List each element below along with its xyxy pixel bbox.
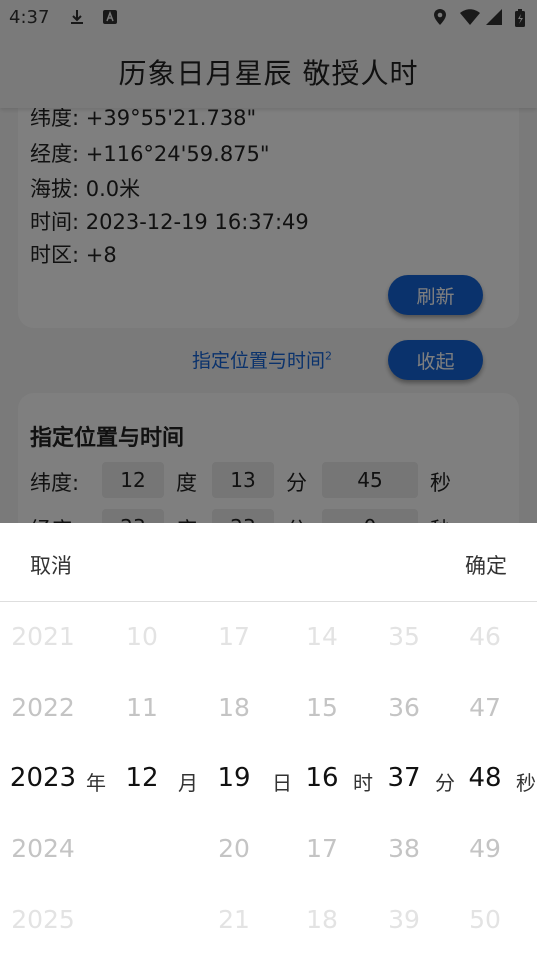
- wheel-item: 50: [469, 905, 501, 934]
- month-wheel[interactable]: 10 11 12: [112, 602, 172, 956]
- wheel-item: 46: [469, 622, 501, 651]
- wheel-item: 14: [306, 622, 338, 651]
- cancel-button[interactable]: 取消: [30, 550, 72, 580]
- wheel-item: 39: [388, 905, 420, 934]
- wheel-item: 18: [306, 905, 338, 934]
- minute-unit: 分: [435, 771, 455, 795]
- wheel-item: 17: [306, 834, 338, 863]
- hour-unit: 时: [353, 771, 373, 795]
- month-unit: 月: [178, 771, 198, 795]
- second-wheel[interactable]: 46 47 48 49 50: [455, 602, 515, 956]
- wheel-item: 2021: [11, 622, 75, 651]
- wheel-item: 38: [388, 834, 420, 863]
- day-unit: 日: [272, 771, 292, 795]
- wheel-item-selected: 19: [217, 763, 251, 793]
- year-wheel[interactable]: 2021 2022 2023 2024 2025: [0, 602, 86, 956]
- minute-wheel[interactable]: 35 36 37 38 39: [374, 602, 434, 956]
- wheel-item: 15: [306, 693, 338, 722]
- confirm-button[interactable]: 确定: [465, 550, 507, 580]
- wheel-item: 17: [218, 622, 250, 651]
- wheel-item-selected: 48: [468, 763, 502, 793]
- wheel-item: 2024: [11, 834, 75, 863]
- hour-wheel[interactable]: 14 15 16 17 18: [292, 602, 352, 956]
- wheel-item-selected: 16: [305, 763, 339, 793]
- wheel-item: 10: [126, 622, 158, 651]
- wheel-item: 2025: [11, 905, 75, 934]
- wheel-item: 49: [469, 834, 501, 863]
- wheel-item: 47: [469, 693, 501, 722]
- wheel-item: 36: [388, 693, 420, 722]
- wheel-item: 21: [218, 905, 250, 934]
- wheel-item-selected: 2023: [9, 763, 77, 793]
- year-unit: 年: [86, 771, 106, 795]
- second-unit: 秒: [516, 771, 536, 795]
- picker-toolbar: 取消 确定: [0, 523, 537, 602]
- wheel-item-selected: 37: [387, 763, 421, 793]
- day-wheel[interactable]: 17 18 19 20 21: [204, 602, 264, 956]
- wheel-item: 18: [218, 693, 250, 722]
- wheel-item: 2022: [11, 693, 75, 722]
- wheel-item: 20: [218, 834, 250, 863]
- wheel-item: 11: [126, 693, 158, 722]
- wheel-item-selected: 12: [125, 763, 159, 793]
- wheel-item: 35: [388, 622, 420, 651]
- datetime-picker-sheet: 取消 确定 2021 2022 2023 2024 2025 年 10 11 1…: [0, 523, 537, 956]
